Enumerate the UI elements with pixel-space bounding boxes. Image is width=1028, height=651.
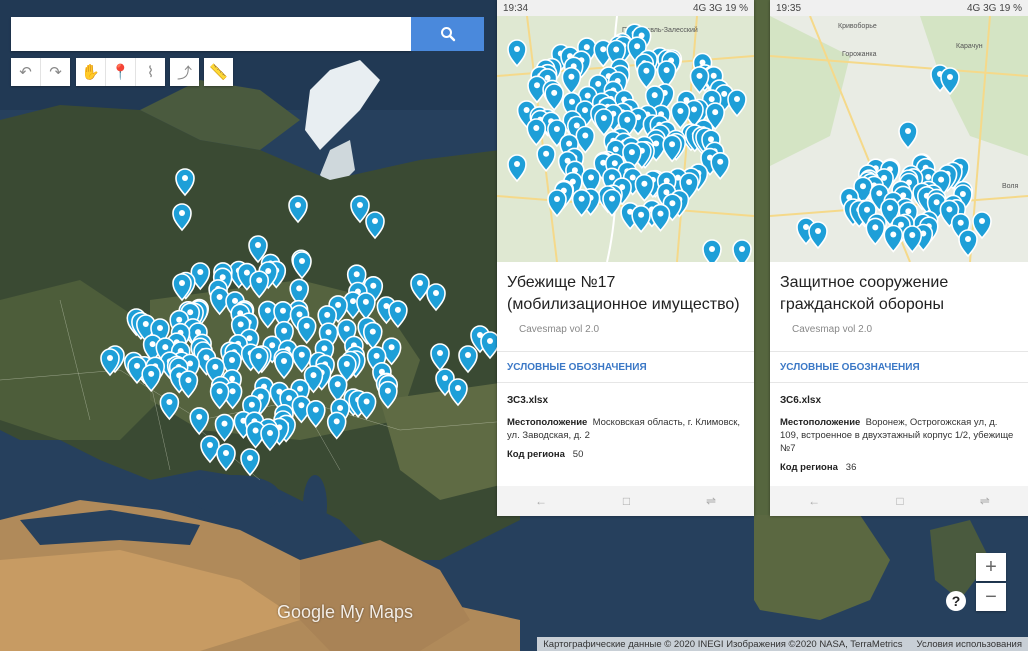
location-label: Местоположение bbox=[507, 417, 588, 428]
sheet-name: ЗС3.xlsx bbox=[507, 395, 549, 406]
google-my-maps-logo: Google My Maps bbox=[277, 602, 414, 622]
status-time: 19:35 bbox=[776, 2, 802, 14]
status-bar: 19:34 4G 3G 19 % bbox=[497, 0, 754, 16]
route-toolbar: ⤴ bbox=[170, 58, 199, 86]
recents-icon[interactable]: ⇌ bbox=[706, 494, 716, 508]
home-icon[interactable]: □ bbox=[623, 494, 630, 508]
layer-name: Cavesmap vol 2.0 bbox=[519, 324, 600, 335]
attribution-text: Картографические данные © 2020 INEGI Изо… bbox=[543, 638, 903, 650]
status-indicators: 4G 3G 19 % bbox=[966, 2, 1022, 14]
redo-button[interactable]: ↷ bbox=[41, 58, 70, 86]
terms-link[interactable]: Условия использования bbox=[917, 639, 1022, 650]
status-time: 19:34 bbox=[503, 2, 529, 14]
map-label-2: Горожанка bbox=[842, 51, 877, 58]
android-nav-bar: ← □ ⇌ bbox=[497, 486, 754, 516]
map-marker[interactable] bbox=[732, 239, 752, 262]
region-value: 50 bbox=[572, 449, 584, 460]
map-label-1: Кривоборье bbox=[838, 22, 877, 30]
search-input[interactable] bbox=[11, 17, 411, 51]
phone-screenshot-2: 19:35 4G 3G 19 % Кривоборье Горожанка Ка… bbox=[770, 0, 1028, 516]
region-row: Код региона 50 bbox=[497, 442, 754, 461]
sheet-name: ЗС6.xlsx bbox=[780, 395, 822, 406]
measure-toolbar: 📏 bbox=[204, 58, 233, 86]
history-toolbar: ↶ ↷ bbox=[11, 58, 70, 86]
status-bar: 19:35 4G 3G 19 % bbox=[770, 0, 1028, 16]
map-label-3: Карачун bbox=[956, 43, 983, 50]
tools-toolbar: ✋ 📍 ⌇ bbox=[76, 58, 165, 86]
legend-link[interactable]: УСЛОВНЫЕ ОБОЗНАЧЕНИЯ bbox=[497, 351, 754, 383]
search-button[interactable] bbox=[411, 17, 484, 51]
region-value: 36 bbox=[845, 462, 857, 473]
map-marker[interactable] bbox=[702, 239, 722, 262]
search-icon bbox=[440, 27, 455, 42]
location-row: Местоположение Московская область, г. Кл… bbox=[497, 406, 754, 442]
undo-icon: ↶ bbox=[19, 64, 32, 81]
recents-icon[interactable]: ⇌ bbox=[980, 494, 990, 508]
legend-link[interactable]: УСЛОВНЫЕ ОБОЗНАЧЕНИЯ bbox=[770, 351, 1028, 383]
hand-icon: ✋ bbox=[81, 64, 100, 81]
location-row: Местоположение Воронеж, Острогожская ул,… bbox=[770, 406, 1028, 455]
add-marker-button[interactable]: 📍 bbox=[106, 58, 136, 86]
draw-line-button[interactable]: ⌇ bbox=[136, 58, 165, 86]
pan-button[interactable]: ✋ bbox=[76, 58, 106, 86]
measure-button[interactable]: 📏 bbox=[204, 58, 233, 86]
region-row: Код региона 36 bbox=[770, 455, 1028, 474]
attribution-bar: Картографические данные © 2020 INEGI Изо… bbox=[537, 637, 1028, 651]
phone-screenshot-1: 19:34 4G 3G 19 % Переславль-Залесский Уб… bbox=[497, 0, 754, 516]
android-nav-bar: ← □ ⇌ bbox=[770, 486, 1028, 516]
ruler-icon: 📏 bbox=[209, 64, 228, 81]
phone-map-moscow[interactable]: Переславль-Залесский bbox=[497, 16, 754, 262]
place-title: Защитное сооружение гражданской обороны bbox=[780, 274, 949, 313]
map-label-4: Воля bbox=[1002, 183, 1018, 190]
redo-icon: ↷ bbox=[49, 64, 62, 81]
back-icon[interactable]: ← bbox=[535, 494, 547, 508]
status-indicators: 4G 3G 19 % bbox=[692, 2, 748, 14]
zoom-in-button[interactable]: + bbox=[976, 553, 1006, 581]
location-label: Местоположение bbox=[780, 417, 861, 428]
line-icon: ⌇ bbox=[146, 64, 155, 81]
back-icon[interactable]: ← bbox=[808, 494, 820, 508]
home-icon[interactable]: □ bbox=[896, 494, 903, 508]
directions-button[interactable]: ⤴ bbox=[170, 58, 199, 86]
place-title: Убежище №17 (мобилизационное имущество) bbox=[507, 274, 740, 313]
zoom-out-button[interactable]: − bbox=[976, 583, 1006, 611]
route-icon: ⤴ bbox=[176, 64, 192, 82]
region-label: Код региона bbox=[507, 449, 565, 460]
layer-name: Cavesmap vol 2.0 bbox=[792, 324, 873, 335]
phone-map-voronezh[interactable]: Кривоборье Горожанка Карачун Воля bbox=[770, 16, 1028, 262]
marker-icon: 📍 bbox=[111, 64, 130, 81]
undo-button[interactable]: ↶ bbox=[11, 58, 41, 86]
region-label: Код региона bbox=[780, 462, 838, 473]
help-button[interactable]: ? bbox=[946, 591, 966, 611]
